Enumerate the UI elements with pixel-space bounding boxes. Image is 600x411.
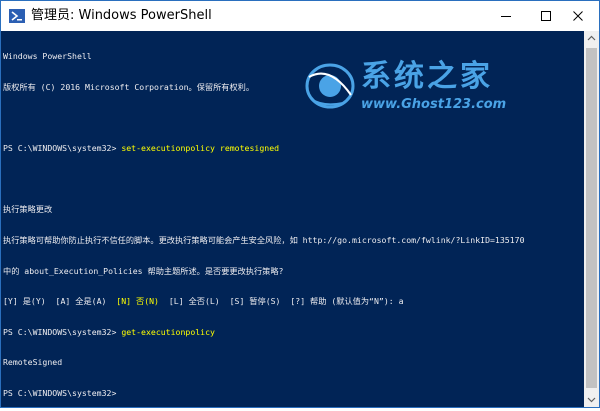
close-button[interactable] [559, 1, 599, 31]
current-prompt: PS C:\WINDOWS\system32> [3, 387, 117, 398]
window-title: 管理员: Windows PowerShell [31, 8, 212, 23]
minimize-icon [501, 16, 511, 17]
chevron-down-icon [587, 397, 596, 403]
policy-title: 执行策略更改 [3, 204, 53, 215]
watermark-url: www.Ghost123.com [361, 97, 507, 112]
chevron-up-icon [587, 35, 596, 41]
prompt: PS C:\WINDOWS\system32> [3, 143, 122, 154]
command-line-2: PS C:\WINDOWS\system32> get-executionpol… [3, 327, 581, 337]
watermark-title: 系统之家 [361, 59, 493, 94]
command-text: set-executionpolicy remotesigned [121, 143, 280, 154]
minimize-button[interactable] [487, 1, 527, 31]
command-output: RemoteSigned [3, 357, 63, 368]
options-text: [L] 全否(L) [S] 暂停(S) [?] 帮助 (默认值为“N”): a [159, 296, 404, 307]
watermark: 系统之家 www.Ghost123.com [303, 59, 553, 119]
scroll-down-button[interactable] [584, 392, 599, 407]
watermark-logo-icon [305, 63, 355, 109]
options-text: [Y] 是(Y) [A] 全是(A) [3, 296, 117, 307]
powershell-window: 管理员: Windows PowerShell Windows PowerShe… [0, 0, 600, 408]
policy-options-line: [Y] 是(Y) [A] 全是(A) [N] 否(N) [L] 全否(L) [S… [3, 296, 581, 306]
command-line-1: PS C:\WINDOWS\system32> set-executionpol… [3, 143, 581, 153]
command-text: get-executionpolicy [121, 326, 215, 337]
console-area[interactable]: Windows PowerShell 版权所有 (C) 2016 Microso… [1, 31, 584, 407]
maximize-icon [541, 11, 551, 21]
scroll-thumb[interactable] [586, 48, 597, 388]
powershell-icon [9, 8, 25, 24]
vertical-scrollbar[interactable] [584, 31, 599, 407]
scroll-up-button[interactable] [584, 31, 599, 46]
policy-text-line: 执行策略可帮助你防止执行不信任的脚本。更改执行策略可能会产生安全风险，如 htt… [3, 234, 525, 245]
policy-text-line: 中的 about_Execution_Policies 帮助主题所述。是否要更改… [3, 265, 284, 276]
close-icon [573, 11, 583, 21]
title-bar[interactable]: 管理员: Windows PowerShell [1, 1, 599, 31]
prompt: PS C:\WINDOWS\system32> [3, 326, 122, 337]
default-option: [N] 否(N) [116, 296, 159, 307]
